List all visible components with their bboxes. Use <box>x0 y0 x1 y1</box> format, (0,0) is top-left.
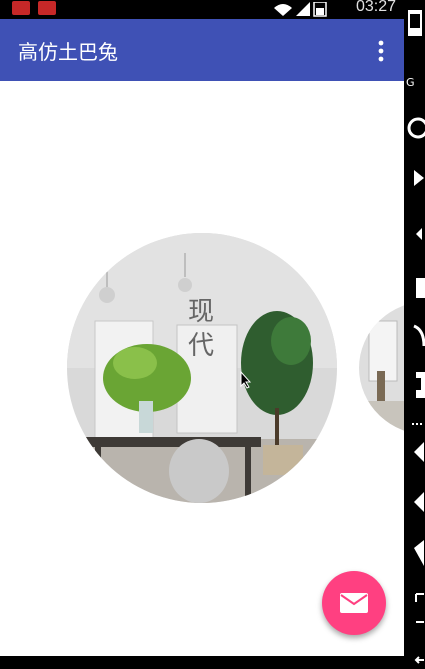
svg-text:G: G <box>406 76 415 89</box>
carousel-label: 现代 <box>187 297 216 361</box>
status-icons <box>274 2 327 17</box>
bottom-bar <box>0 656 404 669</box>
camera-icon <box>407 117 425 139</box>
volume-up-icon <box>414 492 424 512</box>
rotate-icon <box>414 540 424 566</box>
app-notification-icon <box>12 1 30 15</box>
wifi-icon <box>274 4 292 16</box>
app-notification-icon <box>38 1 56 15</box>
signal-icon <box>296 2 310 16</box>
room-photo-next <box>359 301 404 435</box>
mail-fab-button[interactable] <box>322 571 386 635</box>
play-icon <box>414 170 424 186</box>
status-bar: 03:27 <box>0 0 404 19</box>
back-icon <box>414 656 424 664</box>
pointer-cursor-icon <box>240 371 252 389</box>
signal-icon <box>413 324 425 347</box>
side-toolbar: G <box>404 0 425 669</box>
app-bar: 高仿土巴兔 <box>0 19 404 81</box>
side-toolbar-icons: G <box>406 10 425 664</box>
resize-icon <box>415 593 424 623</box>
mail-icon <box>340 593 368 613</box>
more-vert-icon[interactable] <box>372 39 390 63</box>
app-title: 高仿土巴兔 <box>18 40 118 64</box>
room-photo <box>67 233 337 503</box>
carousel-card-next[interactable] <box>359 301 404 435</box>
content-area: 现代 <box>0 81 404 656</box>
carousel-card-main[interactable]: 现代 <box>67 233 337 503</box>
back-small-icon <box>416 228 422 240</box>
volume-down-icon <box>414 442 424 462</box>
battery-icon <box>416 278 425 298</box>
status-time: 03:27 <box>355 0 396 15</box>
